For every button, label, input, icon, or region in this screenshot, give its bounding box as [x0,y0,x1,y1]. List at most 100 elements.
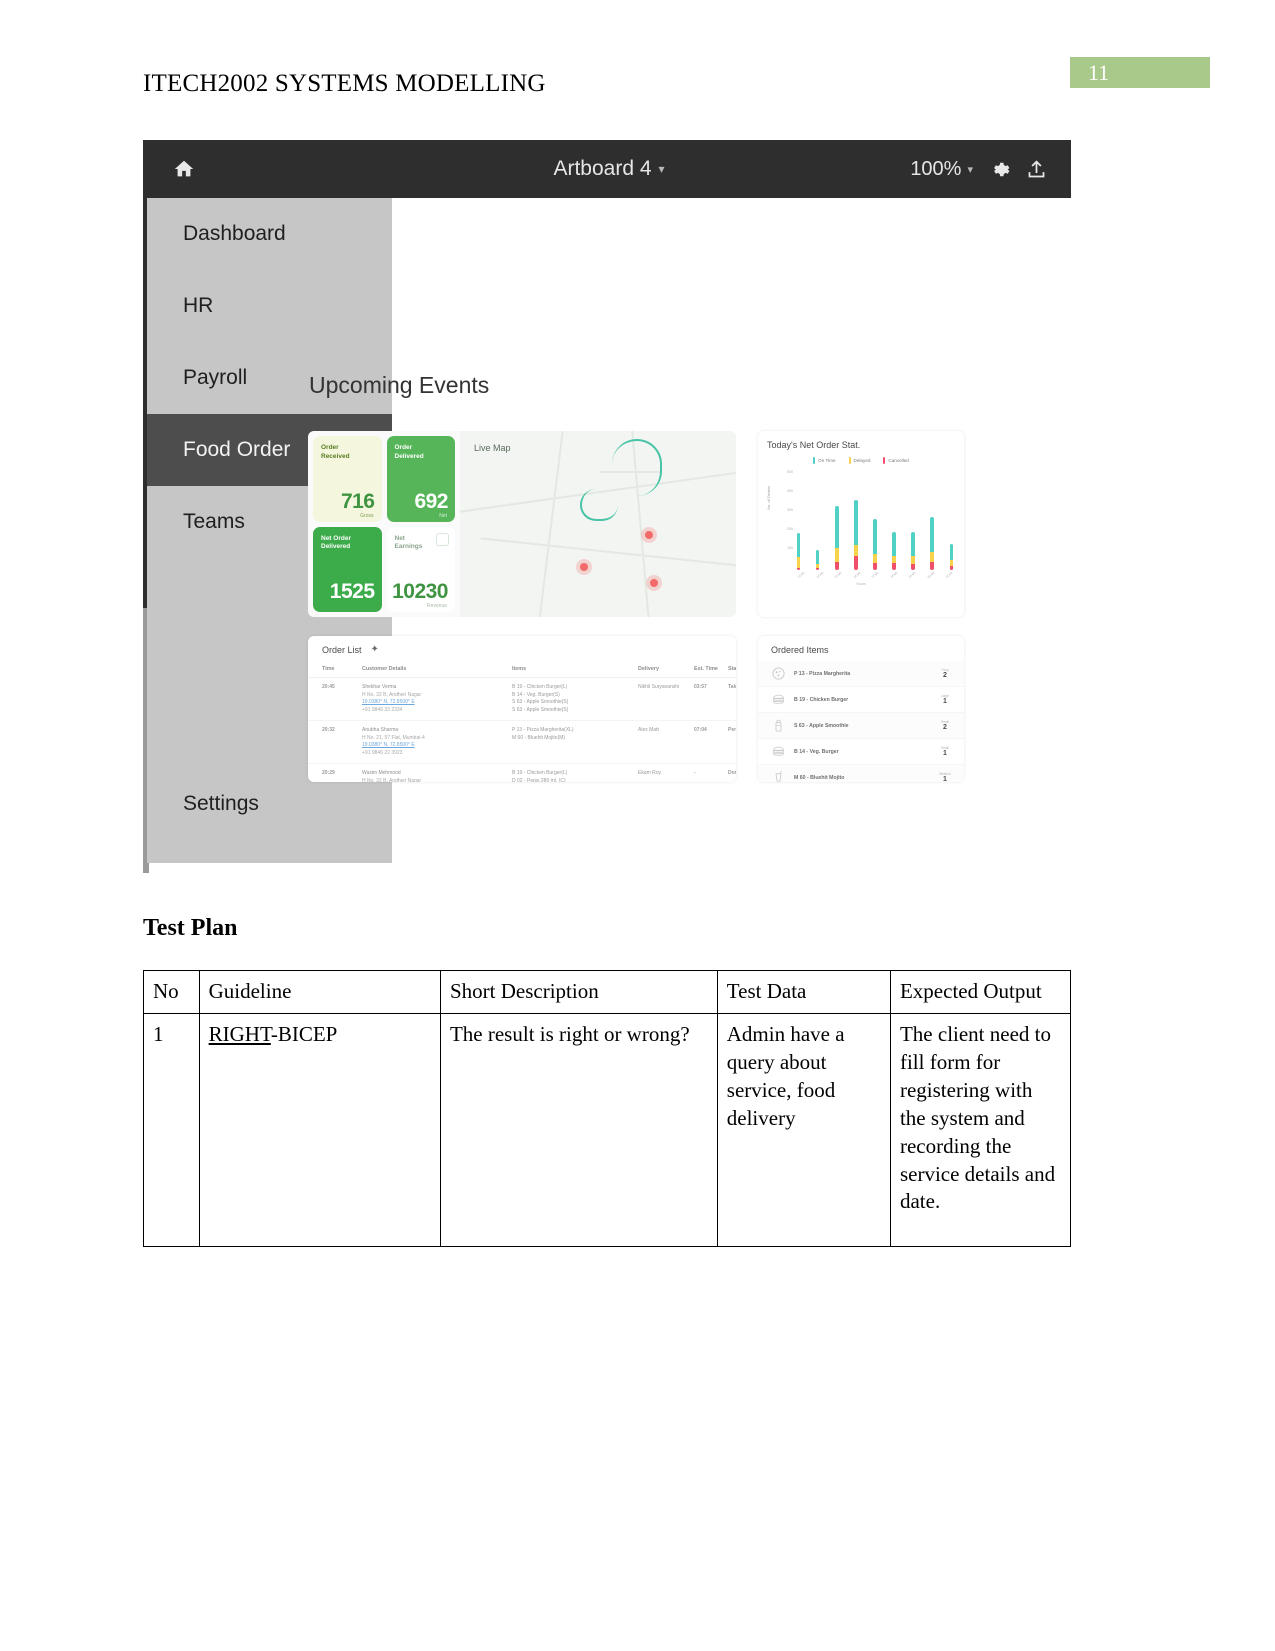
artboard-toolbar-right: 100% ▾ [910,158,1047,181]
artboard-toolbar: Artboard 4 ▾ 100% ▾ [147,140,1071,198]
list-item[interactable]: M 60 - Bluehit Mojito Medium 1 [758,765,964,782]
chart-bar-segment [873,519,877,554]
test-plan-test-data: Admin have a query about service, food d… [716,1012,891,1247]
customer-phone: +91 9846 33 2334 [362,706,403,713]
home-icon[interactable] [173,158,195,180]
chart-x-axis-label: Hours [856,582,866,586]
test-plan-column-header: Expected Output [889,970,1072,1014]
table-row[interactable]: 20:29 Wasim Mehmood H No. 32 B, Andheri Na… [308,763,736,783]
map-pin[interactable] [645,531,653,539]
order-item-line: B 14 - Veg. Burger(S) [512,691,560,698]
stat-card-label: Net Order Delivered [321,534,351,551]
ordered-item-quantity: Small 2 [936,720,954,731]
sidebar-item-label: HR [183,294,214,317]
chart-bar-segment [949,544,953,560]
stat-card-badge-icon [436,532,449,546]
chevron-down-icon: ▾ [658,162,665,176]
chart-bar-segment [835,506,839,548]
order-items: P 13 - Pizza Margherita(XL) M 60 - Bluehi… [512,720,638,764]
list-item[interactable]: B 14 - Veg. Burger Small 1 [758,739,964,765]
customer-geo-link[interactable]: 19.0380° N, 72.8500° E [362,699,512,707]
sidebar-item-label: Payroll [183,366,248,389]
gear-icon[interactable] [989,159,1010,180]
ordered-items-list: P 13 - Pizza Margherita XLrg 2 B 19 - Chick… [758,661,964,782]
zoom-level-control[interactable]: 100% ▾ [910,158,973,181]
test-plan-table: No Guideline Short Description Test Data Exp… [143,970,1072,1247]
order-column-header: Items [512,662,638,678]
ordered-item-name: S 63 - Apple Smoothie [794,722,849,729]
ordered-item-quantity: Small 1 [936,746,954,757]
map-route-path [580,489,618,521]
plus-icon[interactable]: ✦ [371,645,379,655]
chart-bar-segment [911,556,915,564]
order-list-header-row: Time Customer Details Items Delivery Est. Ti… [308,662,736,678]
chart-bar-segment [892,556,896,563]
page-number-badge: 11 [1070,57,1210,88]
pizza-icon [771,666,786,681]
ordered-item-qty-value: 2 [943,672,947,679]
zoom-level-value: 100% [910,157,962,180]
list-item[interactable]: B 19 - Chicken Burger Large 1 [758,687,964,713]
list-item[interactable]: P 13 - Pizza Margherita XLrg 2 [758,661,964,687]
sidebar-item-hr[interactable]: HR [147,270,392,342]
order-est-time: 07:04 [694,720,728,764]
chart-bar-segment [892,532,896,556]
document-header-title: ITECH2002 SYSTEMS MODELLING [143,70,546,97]
order-column-header: Status [728,662,736,678]
embedded-screenshot-figure: Artboard 4 ▾ 100% ▾ Dashboard HR Payroll Food… [143,140,1071,873]
sidebar-item-dashboard[interactable]: Dashboard [147,198,392,270]
customer-addr: H No. 21, 57 Flat, Mumbai-4 [362,734,425,741]
order-est-time: 03:57 [694,677,728,721]
artboard-title-text: Artboard 4 [553,157,652,180]
ordered-item-name: P 13 - Pizza Margherita [794,670,851,677]
table-row: 1 RIGHT-BICEP The result is right or wrong… [143,1012,1072,1247]
sidebar-item-label: Settings [183,792,259,815]
chart-bar-segment [892,563,896,570]
order-item-line: D 02 - Pepsi 280 ml. (C) [512,777,566,783]
chart-x-tick-label: 18:00 [889,570,898,580]
mojito-icon [771,770,786,782]
chart-bar-stack [835,470,839,570]
table-row[interactable]: 20:45 Shekhar Verma H No. 32 B, Andheri Na… [308,677,736,721]
stat-card: Order Received 716 Gross [313,436,382,522]
sidebar-item-label: Food Order [183,438,291,461]
stat-card-sublabel: Net [439,512,447,519]
chart-bar-stack [873,470,877,570]
table-row[interactable]: 20:32 Anubha Sharma H No. 21, 57 Flat, Mum… [308,720,736,764]
smoothie-icon [771,718,786,733]
customer-name: Shekhar Verma [362,684,397,690]
list-item[interactable]: S 63 - Apple Smoothie Small 2 [758,713,964,739]
stat-card-label: Order Delivered [394,444,424,460]
stat-card-sublabel: Gross [360,512,374,519]
live-map[interactable]: Live Map [460,431,736,617]
test-plan-header-row: No Guideline Short Description Test Data Exp… [143,970,1072,1014]
live-map-label: Live Map [474,443,511,453]
chart-x-tick-label: 16:00 [852,570,861,580]
order-column-header: Customer Details [362,662,512,678]
map-pin[interactable] [650,579,658,587]
order-list-title: Order List [322,645,362,655]
burger-icon [771,692,786,707]
map-pin[interactable] [580,563,588,571]
chart-bar-segment [835,548,839,562]
customer-geo-link[interactable]: 19.0380° N, 72.8500° E [362,742,512,750]
share-export-icon[interactable] [1026,159,1047,180]
order-item-line: B 19 - Chicken Burger(L) [512,770,568,776]
ordered-items-card: Ordered Items P 13 - Pizza Margherita XLr… [758,636,964,782]
chart-bar-segment [854,545,858,556]
section-title-upcoming-events: Upcoming Events [309,372,490,398]
chart-bar-stack [797,470,801,570]
order-column-header: Est. Time [694,662,728,678]
chart-x-tick-label: 15:00 [833,570,843,580]
chart-plot-area: No. of Orders 500 400 300 200 100 13:00 14:00… [766,470,955,588]
page-number: 11 [1088,59,1110,85]
ordered-item-qty-value: 2 [943,724,947,731]
chart-x-tick-label: 19:00 [907,570,917,580]
ordered-item-quantity: Large 1 [936,694,954,705]
order-customer-details: Anubha Sharma H No. 21, 57 Flat, Mumbai-4… [362,720,512,764]
chart-y-tick-label: 300 [787,508,793,512]
status-badge: Taken [728,677,736,721]
chart-legend: On Time Delayed Cancelled [767,457,955,464]
order-item-line: P 13 - Pizza Margherita(XL) [512,727,574,733]
order-time: 20:32 [308,720,362,764]
